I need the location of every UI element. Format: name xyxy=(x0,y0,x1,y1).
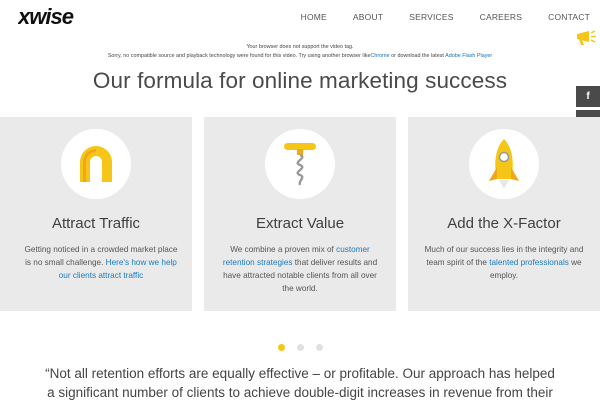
magnet-icon xyxy=(80,146,112,182)
card-x-factor: Add the X-Factor Much of our success lie… xyxy=(408,117,600,311)
nav-careers[interactable]: CAREERS xyxy=(480,12,523,22)
client-quote: “Not all retention efforts are equally e… xyxy=(45,366,555,400)
facebook-icon: f xyxy=(586,91,590,102)
nav-contact[interactable]: CONTACT xyxy=(548,12,590,22)
video-notice-line2: Sorry, no compatible source and playback… xyxy=(0,52,600,61)
card-title: Attract Traffic xyxy=(51,215,141,232)
page-headline: Our formula for online marketing success xyxy=(92,68,508,93)
video-notice-line1: Your browser does not support the video … xyxy=(246,44,354,50)
rocket-icon xyxy=(489,139,519,189)
card-attract-traffic: Attract Traffic Getting noticed in a cro… xyxy=(0,117,192,311)
talented-professionals-link[interactable]: talented professionals xyxy=(489,258,569,267)
main-nav: HOME ABOUT SERVICES CAREERS CONTACT xyxy=(275,12,590,22)
card-title: Extract Value xyxy=(255,215,345,232)
feature-cards: Attract Traffic Getting noticed in a cro… xyxy=(0,117,600,311)
flash-player-link[interactable]: Adobe Flash Player xyxy=(445,53,492,59)
video-fallback-notice: Your browser does not support the video … xyxy=(0,43,600,60)
card-extract-value: Extract Value We combine a proven mix of… xyxy=(204,117,396,311)
corkscrew-icon xyxy=(284,143,316,186)
video-notice-text-middle: or download the latest xyxy=(389,52,446,59)
card-text: Much of our success lies in the integrit… xyxy=(424,243,584,282)
site-header: xwise HOME ABOUT SERVICES CAREERS CONTAC… xyxy=(0,0,600,38)
card-text: We combine a proven mix of customer rete… xyxy=(220,243,380,295)
xwise-logo[interactable]: xwise xyxy=(18,7,108,27)
nav-home[interactable]: HOME xyxy=(301,12,327,22)
carousel-dot-3[interactable] xyxy=(315,344,323,351)
card-icon-circle xyxy=(265,129,335,199)
card-text: Getting noticed in a crowded market plac… xyxy=(24,243,178,282)
carousel-dot-1[interactable] xyxy=(277,344,285,351)
nav-services[interactable]: SERVICES xyxy=(409,12,453,22)
nav-about[interactable]: ABOUT xyxy=(353,12,383,22)
carousel-dot-2[interactable] xyxy=(296,344,304,351)
carousel-dots xyxy=(0,344,600,351)
card-text-before: We combine a proven mix of xyxy=(230,245,337,254)
facebook-button[interactable]: f xyxy=(576,86,600,107)
svg-text:xwise: xwise xyxy=(18,7,74,27)
card-title: Add the X-Factor xyxy=(447,215,561,232)
chrome-link[interactable]: Chrome xyxy=(371,53,390,59)
video-notice-text: Sorry, no compatible source and playback… xyxy=(107,52,371,59)
card-icon-circle xyxy=(469,129,539,199)
card-icon-circle xyxy=(61,129,131,199)
